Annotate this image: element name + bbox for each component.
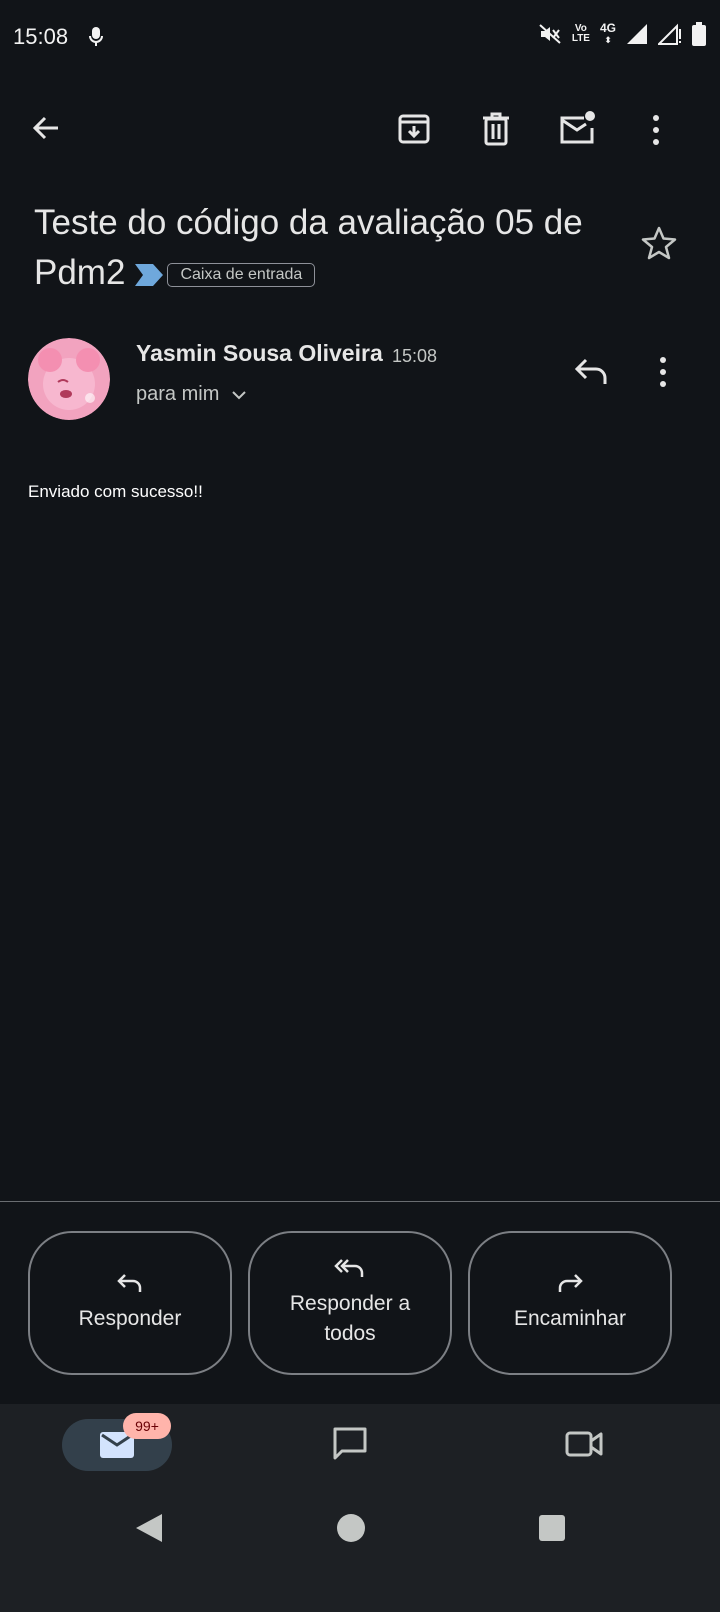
reply-all-label: Responder a todos [289, 1292, 411, 1345]
delete-icon[interactable] [480, 112, 512, 146]
network-type: 4G ⬍ [599, 21, 616, 45]
reply-all-button[interactable]: Responder a todos [248, 1231, 452, 1375]
recipients-toggle[interactable]: para mim [136, 383, 247, 406]
reply-button[interactable]: Responder [28, 1231, 232, 1375]
email-body: Enviado com sucesso!! [28, 482, 203, 501]
signal-icon [626, 23, 648, 45]
battery-icon [692, 22, 706, 46]
chevron-down-icon [231, 390, 247, 400]
mute-icon [538, 23, 562, 45]
forward-icon [556, 1272, 584, 1304]
mail-badge: 99+ [123, 1413, 171, 1439]
system-back-icon[interactable] [134, 1512, 164, 1544]
archive-icon[interactable] [397, 112, 431, 146]
reply-icon [116, 1272, 144, 1304]
divider [0, 1201, 720, 1202]
back-arrow-icon[interactable] [30, 112, 62, 144]
message-more-icon[interactable] [655, 356, 671, 388]
inbox-label-chip[interactable]: Caixa de entrada [167, 262, 316, 287]
signal-icon [658, 23, 682, 45]
reply-all-icon [334, 1257, 366, 1289]
reply-label: Responder [78, 1307, 182, 1330]
sender-name[interactable]: Yasmin Sousa Oliveira [136, 340, 383, 367]
reply-icon[interactable] [574, 356, 608, 386]
star-icon[interactable] [641, 226, 677, 260]
system-recents-icon[interactable] [539, 1515, 565, 1541]
chat-icon[interactable] [332, 1426, 368, 1462]
status-icons: Vo LTE 4G ⬍ [538, 22, 706, 46]
avatar[interactable] [28, 338, 110, 420]
forward-label: Encaminhar [513, 1307, 627, 1330]
mark-unread-icon[interactable] [558, 110, 598, 146]
email-time: 15:08 [392, 346, 438, 366]
meet-icon[interactable] [565, 1428, 603, 1460]
recipients-text: para mim [136, 383, 220, 405]
volte-indicator: Vo LTE [571, 23, 590, 44]
mic-icon [88, 26, 104, 48]
label-importance-icon [135, 250, 164, 300]
email-subject-block: Teste do código da avaliação 05 de Pdm2 C… [34, 198, 624, 300]
more-vert-icon[interactable] [648, 114, 664, 146]
status-time: 15:08 [13, 24, 69, 49]
system-home-icon[interactable] [336, 1513, 366, 1543]
forward-button[interactable]: Encaminhar [468, 1231, 672, 1375]
